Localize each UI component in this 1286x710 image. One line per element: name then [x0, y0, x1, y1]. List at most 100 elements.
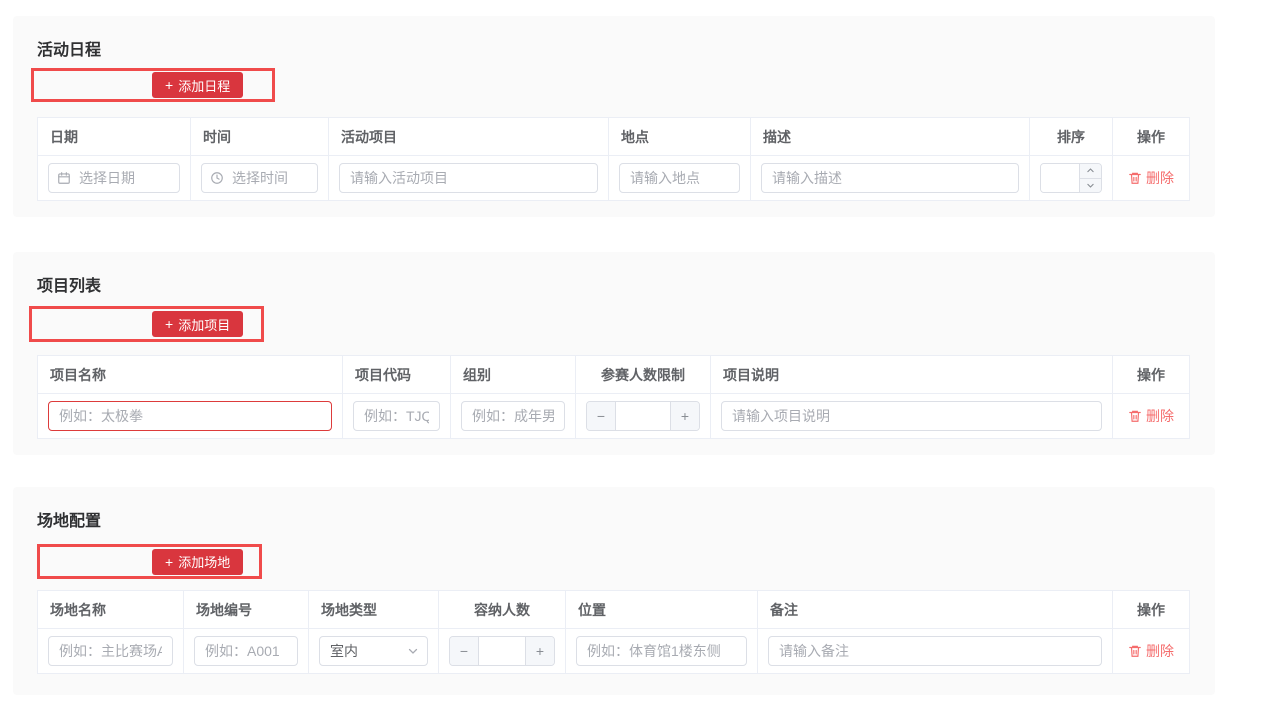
trash-icon: [1128, 644, 1142, 658]
section-title-schedule: 活动日程: [37, 36, 101, 60]
location-input[interactable]: [619, 163, 740, 193]
venue-config-section: 场地配置 + 添加场地 场地名称 场地编号 场地类型 容纳人数 位置 备注 操作…: [13, 487, 1215, 695]
calendar-icon: [57, 171, 71, 185]
activity-input[interactable]: [339, 163, 598, 193]
venue-table: 场地名称 场地编号 场地类型 容纳人数 位置 备注 操作 室内 − +: [37, 590, 1190, 674]
table-row-cell-date: [38, 156, 191, 200]
annotation-highlight-box: + 添加项目: [29, 306, 264, 342]
stepper-plus-button[interactable]: +: [670, 402, 699, 430]
participant-limit-input[interactable]: [616, 402, 670, 430]
spinner-up-button[interactable]: [1080, 164, 1101, 179]
table-row-cell-note: [758, 629, 1113, 673]
clock-icon: [210, 171, 224, 185]
table-row-cell-project-name: [38, 394, 343, 438]
description-input[interactable]: [761, 163, 1019, 193]
delete-label: 删除: [1146, 168, 1174, 188]
col-header-time: 时间: [191, 118, 329, 156]
plus-icon: +: [165, 555, 173, 569]
col-header-venue-type: 场地类型: [309, 591, 439, 629]
project-code-input[interactable]: [353, 401, 440, 431]
annotation-highlight-box: + 添加日程: [31, 68, 275, 102]
table-row-cell-group: [451, 394, 576, 438]
table-row-cell-project-description: [711, 394, 1113, 438]
group-input[interactable]: [461, 401, 565, 431]
participant-limit-stepper: − +: [586, 401, 700, 431]
venue-code-input[interactable]: [194, 636, 298, 666]
col-header-project-description: 项目说明: [711, 356, 1113, 394]
table-row-cell-project-code: [343, 394, 451, 438]
col-header-actions: 操作: [1113, 118, 1189, 156]
col-header-description: 描述: [751, 118, 1030, 156]
section-title-venues: 场地配置: [37, 507, 101, 531]
stepper-plus-button[interactable]: +: [525, 637, 554, 665]
add-venue-button-label: 添加场地: [178, 552, 230, 571]
chevron-up-icon: [1086, 166, 1095, 175]
col-header-capacity: 容纳人数: [439, 591, 566, 629]
add-venue-button[interactable]: + 添加场地: [152, 549, 243, 575]
venue-note-input[interactable]: [768, 636, 1102, 666]
chevron-down-icon: [407, 645, 419, 657]
schedule-table: 日期 时间 活动项目 地点 描述 排序 操作: [37, 117, 1190, 201]
chevron-down-icon: [1086, 181, 1095, 190]
add-schedule-button-label: 添加日程: [178, 76, 230, 95]
add-project-button-label: 添加项目: [178, 315, 230, 334]
project-description-input[interactable]: [721, 401, 1102, 431]
annotation-highlight-box: + 添加场地: [37, 544, 262, 579]
table-row-cell-location: [609, 156, 751, 200]
table-row-cell-actions: 删除: [1113, 394, 1189, 438]
stepper-minus-button[interactable]: −: [450, 637, 479, 665]
capacity-input[interactable]: [479, 637, 525, 665]
table-row-cell-description: [751, 156, 1030, 200]
table-row-cell-capacity: − +: [439, 629, 566, 673]
table-row-cell-time: [191, 156, 329, 200]
capacity-stepper: − +: [449, 636, 555, 666]
trash-icon: [1128, 171, 1142, 185]
table-row-cell-actions: 删除: [1113, 629, 1189, 673]
col-header-note: 备注: [758, 591, 1113, 629]
venue-name-input[interactable]: [48, 636, 173, 666]
col-header-participant-limit: 参赛人数限制: [576, 356, 711, 394]
table-row-cell-actions: 删除: [1113, 156, 1189, 200]
project-name-input[interactable]: [48, 401, 332, 431]
sort-input[interactable]: [1041, 164, 1079, 192]
table-row-cell-venue-name: [38, 629, 184, 673]
col-header-actions: 操作: [1113, 591, 1189, 629]
col-header-actions: 操作: [1113, 356, 1189, 394]
plus-icon: +: [165, 317, 173, 331]
trash-icon: [1128, 409, 1142, 423]
venue-type-value: 室内: [330, 641, 358, 661]
project-table: 项目名称 项目代码 组别 参赛人数限制 项目说明 操作 − + 删: [37, 355, 1190, 439]
col-header-project-code: 项目代码: [343, 356, 451, 394]
spinner-down-button[interactable]: [1080, 179, 1101, 193]
col-header-activity: 活动项目: [329, 118, 609, 156]
delete-label: 删除: [1146, 641, 1174, 661]
col-header-location: 地点: [609, 118, 751, 156]
col-header-venue-code: 场地编号: [184, 591, 309, 629]
delete-label: 删除: [1146, 406, 1174, 426]
project-list-section: 项目列表 + 添加项目 项目名称 项目代码 组别 参赛人数限制 项目说明 操作 …: [13, 252, 1215, 455]
table-row-cell-position: [566, 629, 758, 673]
activity-schedule-section: 活动日程 + 添加日程 日期 时间 活动项目 地点 描述 排序 操作: [13, 16, 1215, 217]
col-header-group: 组别: [451, 356, 576, 394]
plus-icon: +: [165, 78, 173, 92]
table-row-cell-venue-code: [184, 629, 309, 673]
section-title-projects: 项目列表: [37, 272, 101, 296]
col-header-date: 日期: [38, 118, 191, 156]
sort-number-spinner: [1040, 163, 1102, 193]
venue-position-input[interactable]: [576, 636, 747, 666]
add-project-button[interactable]: + 添加项目: [152, 311, 243, 337]
delete-venue-button[interactable]: 删除: [1128, 641, 1174, 661]
col-header-project-name: 项目名称: [38, 356, 343, 394]
delete-schedule-button[interactable]: 删除: [1128, 168, 1174, 188]
delete-project-button[interactable]: 删除: [1128, 406, 1174, 426]
add-schedule-button[interactable]: + 添加日程: [152, 72, 243, 98]
table-row-cell-sort: [1030, 156, 1113, 200]
table-row-cell-venue-type: 室内: [309, 629, 439, 673]
stepper-minus-button[interactable]: −: [587, 402, 616, 430]
col-header-position: 位置: [566, 591, 758, 629]
col-header-sort: 排序: [1030, 118, 1113, 156]
table-row-cell-limit: − +: [576, 394, 711, 438]
col-header-venue-name: 场地名称: [38, 591, 184, 629]
venue-type-select[interactable]: 室内: [319, 636, 428, 666]
table-row-cell-activity: [329, 156, 609, 200]
